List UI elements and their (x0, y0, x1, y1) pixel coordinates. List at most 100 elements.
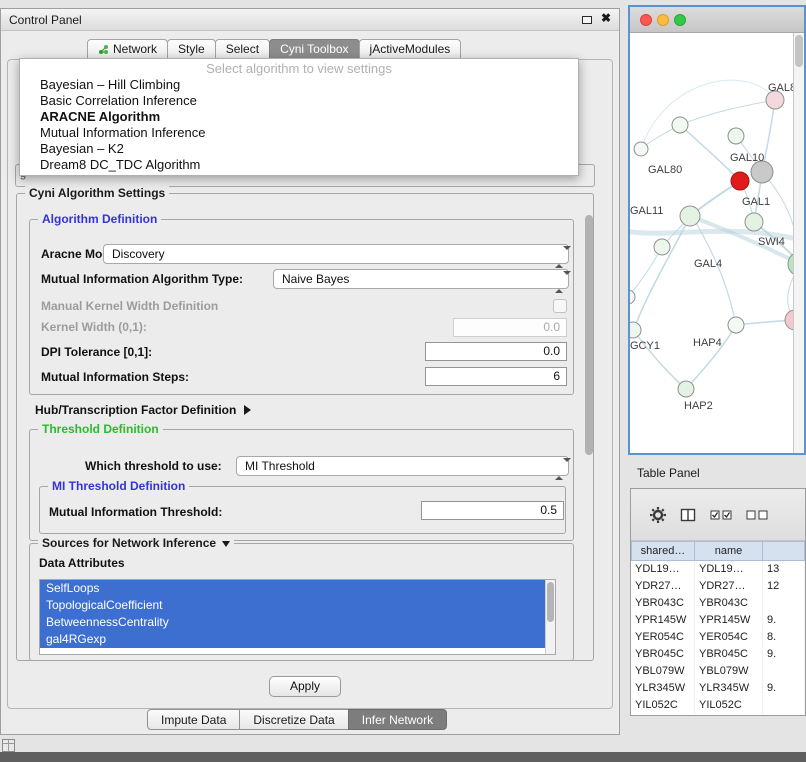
network-node-label: GAL4 (694, 258, 722, 270)
table-cell (763, 663, 805, 680)
mi-algorithm-type-combobox[interactable]: Naive Bayes (273, 269, 569, 289)
network-node-label: GAL1 (742, 196, 770, 208)
network-node-label: GCY1 (630, 340, 660, 352)
network-node[interactable] (678, 381, 694, 397)
network-window-titlebar[interactable] (630, 7, 804, 33)
network-node[interactable] (680, 206, 700, 226)
attribute-list-item[interactable]: TopologicalCoefficient (40, 597, 545, 614)
table-panel-window: shared… name YDL19…YDL19…13YDR27…YDR27…1… (630, 488, 806, 716)
hub-label: Hub/Transcription Factor Definition (35, 403, 236, 417)
close-icon[interactable]: ✖ (601, 11, 611, 25)
float-window-icon[interactable] (582, 16, 592, 24)
algorithm-menu-item[interactable]: Bayesian – K2 (20, 141, 578, 157)
algorithm-menu-item[interactable]: Basic Correlation Inference (20, 93, 578, 109)
table-row[interactable]: YDL19…YDL19…13 (631, 561, 805, 578)
network-canvas[interactable]: GAL8GAL80GAL10GAL11GAL1SWI4GAL4GCY1HAP4H… (630, 33, 804, 453)
settings-scrollbar[interactable] (585, 205, 593, 657)
data-attributes-label: Data Attributes (39, 555, 125, 571)
tab-cyni-toolbox[interactable]: Cyni Toolbox (269, 39, 359, 59)
network-node[interactable] (728, 317, 744, 333)
tab-network[interactable]: Network (87, 39, 168, 59)
which-threshold-combobox[interactable]: MI Threshold (236, 456, 569, 476)
mi-threshold-field[interactable]: 0.5 (421, 501, 564, 520)
network-node[interactable] (630, 322, 641, 338)
tab-impute-data[interactable]: Impute Data (147, 709, 240, 730)
algorithm-menu-item[interactable]: Bayesian – Hill Climbing (20, 77, 578, 93)
data-attributes-list: SelfLoopsTopologicalCoefficientBetweenne… (39, 579, 556, 655)
table-row[interactable]: YIL052CYIL052C (631, 697, 805, 714)
list-scrollbar-thumb[interactable] (547, 582, 554, 622)
algorithm-menu-items: Bayesian – Hill ClimbingBasic Correlatio… (20, 77, 578, 173)
column-header-clipped[interactable] (763, 541, 805, 561)
algorithm-menu-item[interactable]: ARACNE Algorithm (20, 109, 578, 125)
tab-label: Select (226, 40, 259, 59)
table-row[interactable]: YDR27…YDR27…12 (631, 578, 805, 595)
table-cell: YBL079W (631, 663, 695, 680)
table-row[interactable]: YBR045CYBR045C9. (631, 646, 805, 663)
network-edge[interactable] (633, 330, 686, 389)
dpi-tolerance-field[interactable]: 0.0 (425, 342, 567, 361)
network-node[interactable] (630, 290, 635, 304)
mi-steps-field[interactable]: 6 (425, 367, 567, 386)
sources-group-title[interactable]: Sources for Network Inference (38, 536, 234, 550)
table-toolbar (631, 489, 805, 541)
hub-transcription-factor-expander[interactable]: Hub/Transcription Factor Definition (35, 401, 251, 419)
tab-style[interactable]: Style (167, 39, 216, 59)
attribute-list-item[interactable]: gal4RGexp (40, 631, 545, 648)
table-row[interactable]: YBR043CYBR043C (631, 595, 805, 612)
attribute-list-item[interactable]: BetweennessCentrality (40, 614, 545, 631)
table-cell: 9. (763, 612, 805, 629)
apply-button[interactable]: Apply (269, 676, 341, 697)
column-header-shared-name[interactable]: shared… (631, 541, 695, 561)
table-cell: YPR145W (695, 612, 763, 629)
zoom-traffic-light[interactable] (674, 14, 686, 26)
table-row[interactable]: YPR145WYPR145W9. (631, 612, 805, 629)
tab-select[interactable]: Select (215, 39, 270, 59)
network-node[interactable] (745, 213, 763, 231)
algorithm-menu-item[interactable]: Mutual Information Inference (20, 125, 578, 141)
network-node[interactable] (634, 142, 648, 156)
tab-infer-network[interactable]: Infer Network (348, 709, 447, 730)
table-cell: YBR045C (631, 646, 695, 663)
select-all-checkboxes-icon[interactable] (710, 509, 733, 521)
tab-discretize-data[interactable]: Discretize Data (239, 709, 348, 730)
table-cell: YDR27… (695, 578, 763, 595)
algorithm-menu-item[interactable]: Dream8 DC_TDC Algorithm (20, 157, 578, 173)
minimize-traffic-light[interactable] (657, 14, 669, 26)
table-cell: YDL19… (695, 561, 763, 578)
network-edge[interactable] (641, 80, 775, 149)
table-row[interactable]: YLR345WYLR345W9. (631, 680, 805, 697)
network-edge[interactable] (630, 247, 662, 297)
network-node[interactable] (728, 128, 744, 144)
clear-all-checkboxes-icon[interactable] (746, 509, 769, 521)
gear-icon[interactable] (649, 506, 667, 524)
network-node[interactable] (751, 161, 773, 183)
table-row[interactable]: YBL079WYBL079W (631, 663, 805, 680)
aracne-mode-combobox[interactable]: Discovery (103, 244, 569, 264)
table-cell: 9. (763, 680, 805, 697)
tab-jactivemodules[interactable]: jActiveModules (359, 39, 462, 59)
network-node[interactable] (654, 239, 670, 255)
dpi-tolerance-label: DPI Tolerance [0,1]: (41, 342, 152, 362)
columns-icon[interactable] (680, 507, 697, 523)
control-panel-tabs: Network Style Select Cyni Toolbox jActiv… (87, 39, 460, 59)
combo-value: MI Threshold (245, 459, 315, 473)
tab-label: Network (113, 40, 157, 59)
list-scrollbar[interactable] (545, 580, 555, 654)
collapse-arrow-icon (222, 541, 230, 547)
network-node-label: GAL80 (648, 164, 682, 176)
table-row[interactable]: YER054CYER054C8. (631, 629, 805, 646)
close-traffic-light[interactable] (640, 14, 652, 26)
network-edge[interactable] (680, 100, 775, 125)
network-scrollbar[interactable] (793, 33, 804, 453)
network-node[interactable] (672, 117, 688, 133)
network-node[interactable] (731, 172, 749, 190)
attribute-list-item[interactable]: SelfLoops (40, 580, 545, 597)
tab-label: jActiveModules (370, 40, 451, 59)
settings-scrollbar-thumb[interactable] (585, 215, 593, 455)
control-panel-titlebar[interactable]: Control Panel ✖ (1, 9, 619, 31)
column-header-name[interactable]: name (695, 541, 763, 561)
network-scrollbar-thumb[interactable] (795, 35, 803, 67)
network-edge[interactable] (686, 325, 736, 389)
panel-grid-icon[interactable] (2, 739, 15, 752)
